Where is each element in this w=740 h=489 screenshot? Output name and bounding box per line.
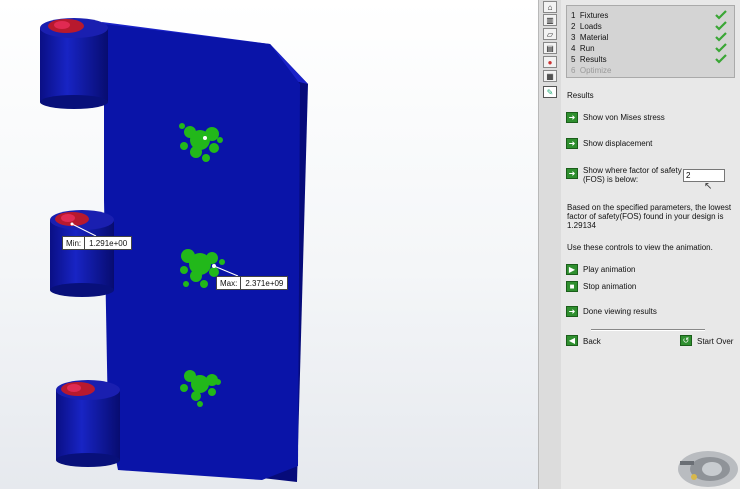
step-loads[interactable]: 2 Loads: [571, 22, 602, 31]
results-heading: Results: [567, 91, 594, 100]
min-fos-probe[interactable]: Min: 1.291e+00: [62, 236, 133, 250]
play-animation-button[interactable]: Play animation: [583, 265, 635, 274]
start-over-button[interactable]: Start Over: [697, 337, 733, 346]
appearance-icon[interactable]: ●: [543, 56, 557, 68]
simulation-expert-icon[interactable]: ✎: [543, 86, 557, 98]
home-icon[interactable]: ⌂: [543, 1, 557, 13]
step-material[interactable]: 3 Material: [571, 33, 608, 42]
von-mises-arrow-icon[interactable]: ➜: [566, 112, 578, 123]
min-probe-value: 1.291e+00: [89, 238, 128, 248]
simulation-panel: 1 Fixtures 2 Loads 3 Material 4 Run 5 Re…: [561, 0, 740, 489]
check-icon: [715, 43, 727, 53]
parts-icon[interactable]: ▥: [543, 14, 557, 26]
step-optimize[interactable]: 6 Optimize: [571, 66, 611, 75]
step-run[interactable]: 4 Run: [571, 44, 595, 53]
back-button[interactable]: Back: [583, 337, 601, 346]
hinge-knuckle-middle: [50, 210, 114, 297]
start-over-icon[interactable]: ↺: [680, 335, 692, 346]
display-icon[interactable]: ▦: [543, 70, 557, 82]
check-icon: [715, 10, 727, 20]
check-icon: [715, 21, 727, 31]
stop-icon[interactable]: ■: [566, 281, 578, 292]
hinge-knuckle-top: [40, 18, 108, 109]
play-icon[interactable]: ▶: [566, 264, 578, 275]
min-probe-label: Min:: [63, 237, 86, 249]
show-fos-line1[interactable]: Show where factor of safety: [583, 166, 682, 175]
show-fos-line2[interactable]: (FOS) is below:: [583, 175, 638, 184]
fos-arrow-icon[interactable]: ➜: [566, 168, 578, 179]
max-probe-label: Max:: [217, 277, 242, 289]
simulation-logo-graphic: [678, 451, 738, 487]
show-von-mises-button[interactable]: Show von Mises stress: [583, 113, 665, 122]
hinge-plate: [104, 24, 300, 480]
step-results[interactable]: 5 Results: [571, 55, 607, 64]
divider-highlight: [591, 330, 705, 331]
show-displacement-button[interactable]: Show displacement: [583, 139, 652, 148]
done-viewing-results-button[interactable]: Done viewing results: [583, 307, 657, 316]
done-arrow-icon[interactable]: ➜: [566, 306, 578, 317]
hinge-knuckle-bottom: [56, 380, 120, 467]
displacement-arrow-icon[interactable]: ➜: [566, 138, 578, 149]
check-icon: [715, 32, 727, 42]
steps-list: 1 Fixtures 2 Loads 3 Material 4 Run 5 Re…: [566, 5, 735, 78]
check-icon: [715, 54, 727, 64]
task-pane-tabs: ⌂ ▥ ▱ ▤ ● ▦ ✎: [538, 0, 562, 489]
folder-icon[interactable]: ▱: [543, 28, 557, 40]
max-probe-value: 2.371e+09: [245, 278, 284, 288]
animation-hint: Use these controls to view the animation…: [567, 243, 713, 252]
mouse-cursor-icon: ↖: [704, 181, 713, 192]
properties-icon[interactable]: ▤: [543, 42, 557, 54]
fos-summary-value: 1.29134: [567, 221, 596, 230]
max-fos-probe[interactable]: Max: 2.371e+09: [216, 276, 289, 290]
graphics-viewport[interactable]: Min: 1.291e+00 Max: 2.371e+09: [0, 0, 538, 489]
back-arrow-icon[interactable]: ◀: [566, 335, 578, 346]
stop-animation-button[interactable]: Stop animation: [583, 282, 636, 291]
step-fixtures[interactable]: 1 Fixtures: [571, 11, 608, 20]
